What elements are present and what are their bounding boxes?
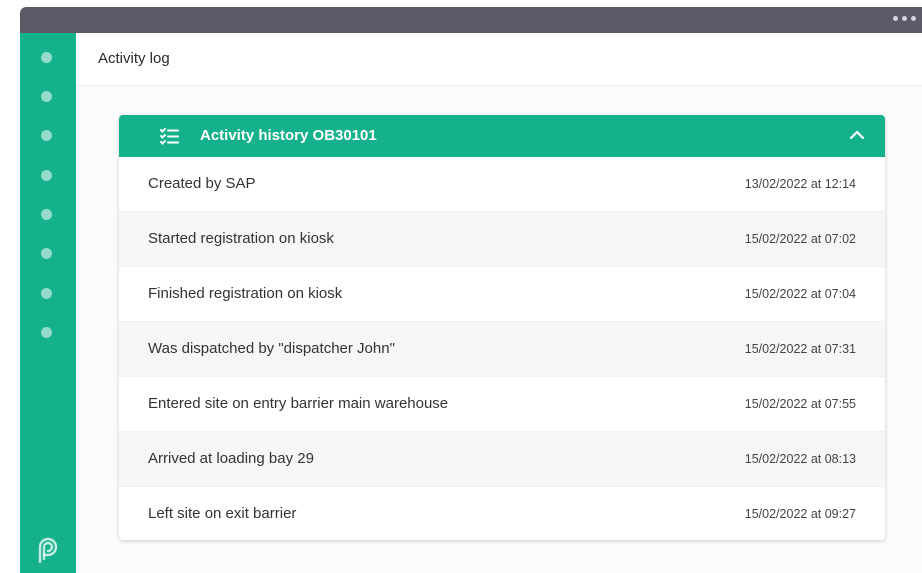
activity-text: Started registration on kiosk xyxy=(148,230,334,247)
list-item: Created by SAP 13/02/2022 at 12:14 xyxy=(119,157,885,212)
titlebar-dot xyxy=(911,16,916,21)
page-title: Activity log xyxy=(98,50,170,67)
sidebar-item-5[interactable] xyxy=(41,209,52,220)
activity-time: 15/02/2022 at 07:55 xyxy=(744,397,856,411)
panel-header[interactable]: Activity history OB30101 xyxy=(119,115,885,157)
activity-text: Created by SAP xyxy=(148,175,256,192)
panel-title: Activity history OB30101 xyxy=(200,127,377,144)
sidebar-item-6[interactable] xyxy=(41,248,52,259)
sidebar-item-8[interactable] xyxy=(41,327,52,338)
activity-text: Finished registration on kiosk xyxy=(148,285,343,302)
titlebar-dot xyxy=(902,16,907,21)
page-header: Activity log xyxy=(76,33,922,86)
brand-logo-icon[interactable] xyxy=(34,535,62,565)
sidebar-item-2[interactable] xyxy=(41,91,52,102)
activity-text: Was dispatched by "dispatcher John" xyxy=(148,340,395,357)
sidebar-item-7[interactable] xyxy=(41,288,52,299)
chevron-up-icon[interactable] xyxy=(849,129,865,141)
list-item: Finished registration on kiosk 15/02/202… xyxy=(119,267,885,322)
activity-time: 15/02/2022 at 07:04 xyxy=(744,287,856,301)
sidebar-item-3[interactable] xyxy=(41,130,52,141)
sidebar xyxy=(20,33,76,573)
activity-list: Created by SAP 13/02/2022 at 12:14 Start… xyxy=(119,157,885,540)
activity-time: 15/02/2022 at 07:02 xyxy=(744,232,856,246)
window-titlebar xyxy=(20,7,922,33)
list-item: Started registration on kiosk 15/02/2022… xyxy=(119,212,885,267)
list-icon xyxy=(160,128,179,145)
activity-text: Left site on exit barrier xyxy=(148,505,297,522)
activity-history-panel: Activity history OB30101 Created by SAP … xyxy=(119,115,885,540)
activity-time: 15/02/2022 at 08:13 xyxy=(744,452,856,466)
list-item: Was dispatched by "dispatcher John" 15/0… xyxy=(119,322,885,377)
activity-text: Entered site on entry barrier main wareh… xyxy=(148,395,449,412)
activity-text: Arrived at loading bay 29 xyxy=(148,450,314,467)
list-item: Arrived at loading bay 29 15/02/2022 at … xyxy=(119,432,885,487)
activity-time: 15/02/2022 at 09:27 xyxy=(744,507,856,521)
sidebar-item-1[interactable] xyxy=(41,52,52,63)
list-item: Entered site on entry barrier main wareh… xyxy=(119,377,885,432)
sidebar-item-4[interactable] xyxy=(41,170,52,181)
more-options-icon[interactable] xyxy=(893,16,916,21)
app-window: Activity log Activity history OB30101 Cr… xyxy=(20,7,922,573)
activity-time: 15/02/2022 at 07:31 xyxy=(744,342,856,356)
activity-time: 13/02/2022 at 12:14 xyxy=(744,177,856,191)
titlebar-dot xyxy=(893,16,898,21)
list-item: Left site on exit barrier 15/02/2022 at … xyxy=(119,487,885,540)
